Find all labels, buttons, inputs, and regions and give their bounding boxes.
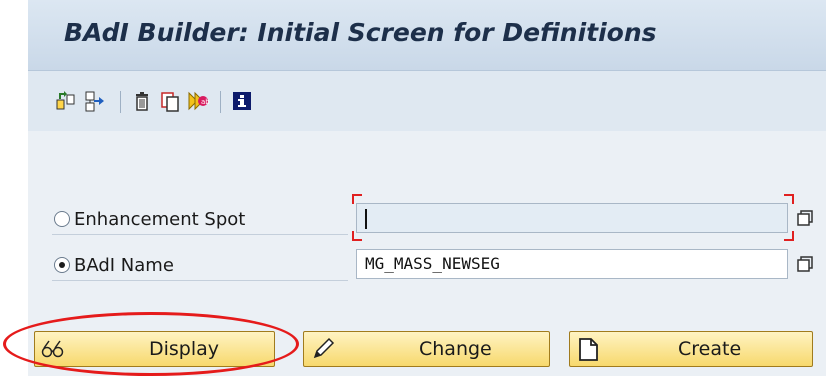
badi-name-option[interactable]: BAdI Name — [54, 250, 174, 280]
where-used-icon[interactable] — [83, 89, 107, 113]
enhancement-spot-option[interactable]: Enhancement Spot — [54, 204, 245, 234]
other-object-icon[interactable] — [54, 89, 78, 113]
badi-name-input[interactable]: MG_MASS_NEWSEG — [356, 249, 788, 279]
page-title: BAdI Builder: Initial Screen for Definit… — [64, 18, 657, 47]
required-marker-top-right — [784, 194, 794, 204]
required-marker-bottom-right — [784, 231, 794, 241]
required-marker-bottom-left — [352, 231, 362, 241]
display-button-label: Display — [149, 338, 220, 360]
change-button[interactable]: Change — [303, 331, 550, 367]
delete-icon[interactable] — [130, 89, 154, 113]
value-help-icon[interactable] — [797, 256, 813, 272]
glasses-icon — [41, 337, 67, 361]
required-marker-top-left — [352, 194, 362, 204]
svg-text:ab: ab — [201, 98, 210, 106]
create-button[interactable]: Create — [569, 331, 813, 367]
badi-name-radio[interactable] — [54, 257, 70, 273]
badi-name-label: BAdI Name — [74, 254, 174, 276]
title-bar: BAdI Builder: Initial Screen for Definit… — [28, 0, 826, 71]
application-toolbar: ab — [28, 71, 826, 131]
toolbar-separator — [220, 91, 221, 113]
copy-icon[interactable] — [158, 89, 182, 113]
enhancement-spot-input[interactable] — [356, 203, 788, 233]
create-button-label: Create — [678, 338, 742, 360]
enhancement-spot-label: Enhancement Spot — [74, 208, 246, 230]
rename-icon[interactable]: ab — [186, 89, 210, 113]
new-document-icon — [576, 337, 602, 361]
enhancement-spot-radio[interactable] — [54, 211, 70, 227]
text-cursor — [365, 209, 367, 229]
display-button[interactable]: Display — [34, 331, 275, 367]
toolbar-separator — [120, 91, 121, 113]
information-icon[interactable] — [230, 89, 254, 113]
change-button-label: Change — [419, 338, 492, 360]
value-help-icon[interactable] — [797, 210, 813, 226]
pencil-icon — [310, 337, 336, 361]
